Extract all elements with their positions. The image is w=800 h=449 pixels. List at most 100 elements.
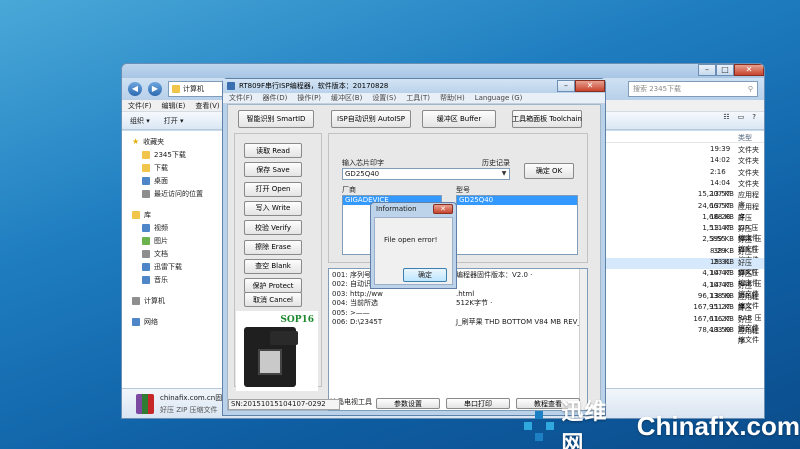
preview-pane-icon[interactable]: ▭ (738, 113, 745, 121)
computer-icon (132, 296, 140, 305)
socket-body (244, 327, 298, 387)
organize-button[interactable]: 组织 ▾ (130, 116, 150, 126)
search-icon: ⚲ (747, 85, 753, 93)
sidebar-item[interactable]: 文档 (132, 247, 225, 260)
sidebar-item-label: 最近访问的位置 (154, 189, 203, 198)
rt-menu-item[interactable]: Language (G) (475, 94, 523, 102)
navigation-pane: ★ 收藏夹 2345下载 下载桌面最近访问的位置库视频图片文档迅雷下载音乐计算机网络 (122, 131, 226, 418)
chip-ok-button[interactable]: 确定 OK (524, 163, 574, 179)
smartid-button[interactable]: 智能识别 SmartID (238, 110, 314, 128)
socket-lever (270, 331, 298, 345)
sidebar-item-label: 图片 (154, 236, 168, 245)
download-icon (142, 262, 150, 271)
log-line: 005: >—— (332, 309, 584, 318)
help-icon[interactable]: ? (752, 113, 756, 121)
cancel-button[interactable]: 取消 Cancel (244, 292, 302, 307)
column-type[interactable]: 类型 (738, 133, 752, 143)
sop16-label: SOP16 (280, 315, 314, 325)
rt809f-minimize-button[interactable]: – (557, 80, 575, 92)
zip-archive-icon (136, 393, 154, 414)
model-list[interactable]: GD25Q40 (456, 195, 578, 255)
rt-menu-item[interactable]: 器件(D) (263, 93, 288, 103)
menu-edit[interactable]: 编辑(E) (162, 101, 186, 111)
log-right: .html (456, 289, 475, 298)
vendor-label: 厂商 (342, 186, 356, 194)
sidebar-item[interactable]: 最近访问的位置 (132, 187, 225, 200)
chevron-down-icon[interactable]: ▼ (500, 170, 508, 178)
file-type: 文件夹 (738, 179, 759, 188)
sidebar-item[interactable]: 下载 (132, 161, 225, 174)
search-box[interactable]: 搜索 2345下载 ⚲ (628, 81, 758, 97)
information-ok-button[interactable]: 确定 (403, 268, 447, 282)
sidebar-item-label: 文档 (154, 249, 168, 258)
rt-menu-item[interactable]: 操作(P) (297, 93, 321, 103)
chinafix-logo-icon (524, 411, 554, 441)
menu-file[interactable]: 文件(F) (128, 101, 152, 111)
open-button[interactable]: 打开 ▾ (164, 116, 184, 126)
toolchain-button[interactable]: 工具箱面板 Toolchain (512, 110, 582, 128)
sidebar-item[interactable]: 计算机 (132, 294, 225, 307)
side-button-0[interactable]: 读取 Read (244, 143, 302, 158)
log-right: 512K字节 · (456, 299, 493, 308)
sidebar-item[interactable]: 图片 (132, 234, 225, 247)
sidebar-item[interactable]: 音乐 (132, 273, 225, 286)
sidebar-item[interactable]: 网络 (132, 315, 225, 328)
file-size: 2,599 KB (702, 235, 734, 244)
side-button-2[interactable]: 打开 Open (244, 181, 302, 197)
chip-input[interactable]: GD25Q40 ▼ (342, 168, 510, 180)
serial-print-button[interactable]: 串口打印 (446, 398, 510, 409)
side-button-1[interactable]: 保存 Save (244, 162, 302, 178)
side-button-4[interactable]: 校验 Verify (244, 220, 302, 236)
desktop-icon (142, 176, 150, 185)
rt-menu-item[interactable]: 工具(T) (406, 93, 430, 103)
menu-view[interactable]: 查看(V) (195, 101, 219, 111)
information-close-button[interactable]: ✕ (433, 204, 453, 214)
explorer-minimize-button[interactable]: – (698, 64, 716, 76)
rt-menu-item[interactable]: 帮助(H) (440, 93, 465, 103)
rt-menu-item[interactable]: 缓冲区(B) (331, 93, 362, 103)
sidebar-item[interactable]: 迅雷下载 (132, 260, 225, 273)
sidebar-item-label: 计算机 (144, 296, 165, 305)
rt-menu-item[interactable]: 文件(F) (229, 93, 253, 103)
sidebar-item[interactable]: ★ 收藏夹 (132, 135, 225, 148)
rt809f-close-button[interactable]: ✕ (575, 80, 605, 92)
sidebar-item[interactable]: 桌面 (132, 174, 225, 187)
side-button-3[interactable]: 写入 Write (244, 200, 302, 216)
back-arrow-icon[interactable]: ◀ (128, 82, 142, 96)
folder-icon (172, 85, 180, 93)
file-size: 167,616 KB (693, 314, 734, 323)
side-button-7[interactable]: 保护 Protect (244, 278, 302, 294)
watermark-en: Chinafix.com (636, 410, 800, 441)
settings-button[interactable]: 参数设置 (376, 398, 440, 409)
library-icon (132, 210, 140, 219)
sidebar-item[interactable]: 视频 (132, 221, 225, 234)
chip-label: 输入芯片印字 (342, 159, 384, 167)
view-options-icon[interactable]: ☷ (723, 113, 729, 121)
buffer-button[interactable]: 缓冲区 Buffer (422, 110, 496, 128)
explorer-close-button[interactable]: ✕ (734, 64, 764, 76)
sidebar-item-label: 音乐 (154, 275, 168, 284)
recent-icon (142, 189, 150, 198)
file-size: 96,138 KB (697, 291, 734, 300)
forward-arrow-icon[interactable]: ▶ (148, 82, 162, 96)
log-scrollbar[interactable] (579, 269, 587, 410)
explorer-maximize-button[interactable]: □ (716, 64, 734, 76)
rt-menu-item[interactable]: 设置(S) (372, 93, 396, 103)
file-size: 78,483 KB (697, 325, 734, 334)
autoisp-button[interactable]: ISP自动识别 AutoISP (331, 110, 411, 128)
file-type: 文件夹 (738, 157, 759, 166)
model-selected[interactable]: GD25Q40 (457, 196, 577, 205)
rt809f-window-controls: – ✕ (557, 80, 605, 92)
socket-window (258, 349, 282, 375)
information-dialog: Information ✕ File open error! 确定 (370, 202, 457, 289)
side-button-6[interactable]: 查空 Blank (244, 258, 302, 274)
model-label: 型号 (456, 186, 470, 194)
sidebar-item[interactable]: 2345下载 (132, 148, 225, 161)
sidebar-item[interactable]: 库 (132, 208, 225, 221)
file-type: 文件夹 (738, 146, 759, 154)
file-type: 应用程序 (738, 326, 759, 345)
sidebar-item-label: 桌面 (154, 176, 168, 185)
file-date: 19:39 (710, 145, 731, 153)
side-button-5[interactable]: 擦除 Erase (244, 239, 302, 255)
picture-icon (142, 236, 150, 245)
